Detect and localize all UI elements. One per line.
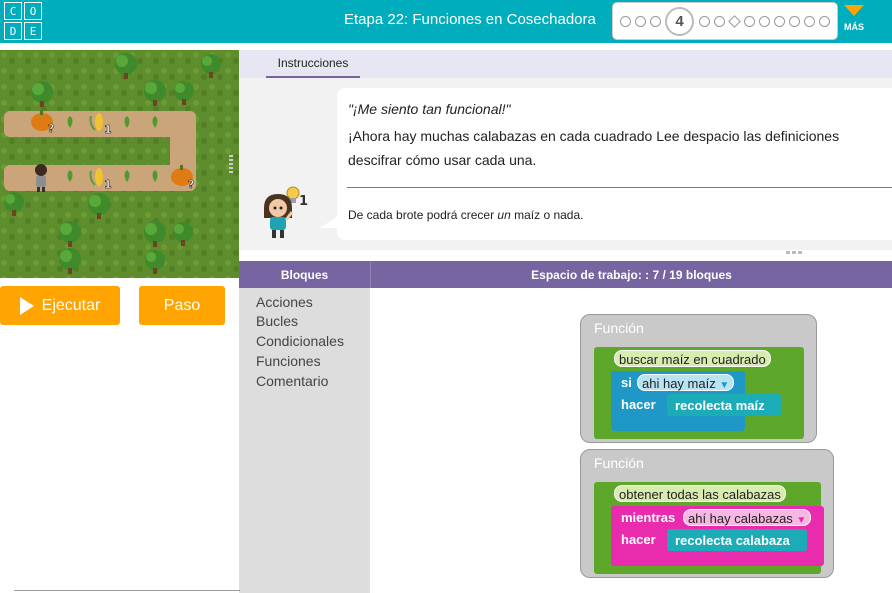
divider — [347, 187, 892, 188]
hint-text-suffix: maíz o nada. — [510, 208, 584, 222]
instructions-body-line2: descifrar cómo usar cada una. — [348, 152, 537, 168]
pumpkin-count-label: ? — [188, 178, 194, 191]
dropdown-arrow-icon: ▼ — [796, 515, 807, 526]
resize-handle-vertical[interactable] — [229, 155, 233, 175]
collect-pumpkin-label: recolecta calabaza — [675, 533, 790, 548]
current-level-indicator[interactable]: 4 — [665, 7, 694, 36]
logo-letter-c: C — [4, 2, 22, 20]
level-dot-10[interactable] — [774, 16, 785, 27]
level-dot-3[interactable] — [650, 16, 661, 27]
function-block-title: Función — [594, 320, 644, 336]
function-block[interactable]: Función obtener todas las calabazas mien… — [580, 449, 834, 578]
condition-label: ahi hay maíz — [642, 376, 716, 391]
category-loops[interactable]: Bucles — [256, 313, 298, 329]
run-button[interactable]: Ejecutar — [0, 286, 120, 325]
workspace-header: Espacio de trabajo: : 7 / 19 bloques — [370, 261, 892, 288]
top-header: C O D E Etapa 22: Funciones en Cosechado… — [0, 0, 892, 43]
logo-letter-e: E — [24, 22, 42, 40]
if-keyword: si — [621, 375, 632, 390]
category-functions[interactable]: Funciones — [256, 353, 321, 369]
level-dot-2[interactable] — [635, 16, 646, 27]
step-button-label: Paso — [163, 296, 201, 314]
while-keyword: mientras — [621, 510, 676, 525]
condition-label: ahí hay calabazas — [688, 511, 793, 526]
level-dot-12[interactable] — [804, 16, 815, 27]
collect-corn-label: recolecta maíz — [675, 398, 765, 413]
condition-dropdown[interactable]: ahi hay maíz ▼ — [637, 374, 735, 391]
tab-instructions[interactable]: Instrucciones — [266, 56, 360, 78]
instructions-quote: "¡Me siento tan funcional!" — [348, 101, 511, 117]
category-actions[interactable]: Acciones — [256, 294, 313, 310]
do-keyword: hacer — [621, 397, 656, 412]
function-block-title: Función — [594, 455, 644, 471]
level-dot-11[interactable] — [789, 16, 800, 27]
function-block[interactable]: Función buscar maíz en cuadrado si ahi h… — [580, 314, 817, 443]
step-button[interactable]: Paso — [139, 286, 225, 325]
hint-text-emphasis: un — [497, 208, 511, 222]
character-avatar[interactable]: 1 — [258, 184, 314, 240]
do-keyword: hacer — [621, 532, 656, 547]
function-name-field[interactable]: obtener todas las calabazas — [614, 485, 786, 502]
avatar-girl-icon — [264, 194, 294, 238]
hint-text-prefix: De cada brote podrá crecer — [348, 208, 498, 222]
level-dot-1[interactable] — [620, 16, 631, 27]
game-canvas: ? 1 1 ? — [0, 50, 239, 278]
category-comment[interactable]: Comentario — [256, 373, 328, 389]
speech-bubble-tail — [320, 216, 338, 228]
dropdown-arrow-icon: ▼ — [719, 380, 730, 391]
play-icon — [19, 296, 34, 315]
toolbox-header: Bloques — [239, 261, 370, 288]
logo-letter-o: O — [24, 2, 42, 20]
resize-handle-horizontal[interactable] — [786, 250, 802, 256]
level-dot-6[interactable] — [714, 16, 725, 27]
run-button-label: Ejecutar — [41, 296, 101, 314]
farm-map: ? 1 1 ? — [0, 50, 239, 278]
stage-title: Etapa 22: Funciones en Cosechadora — [344, 11, 596, 28]
corn-count-label: 1 — [104, 178, 112, 191]
more-button[interactable]: MÁS — [843, 5, 865, 32]
instructions-body-line1: ¡Ahora hay muchas calabazas en cada cuad… — [348, 128, 840, 144]
triangle-down-icon — [844, 5, 864, 16]
logo-letter-d: D — [4, 22, 22, 40]
function-name-field[interactable]: buscar maíz en cuadrado — [614, 350, 771, 367]
corn-count-label: 1 — [104, 123, 112, 136]
level-dot-5[interactable] — [699, 16, 710, 27]
level-dot-9[interactable] — [759, 16, 770, 27]
hint-text: De cada brote podrá crecer un maíz o nad… — [348, 208, 584, 222]
pumpkin-count-label: ? — [48, 122, 54, 135]
condition-dropdown[interactable]: ahí hay calabazas ▼ — [683, 509, 812, 526]
divider — [14, 590, 240, 591]
category-conditionals[interactable]: Condicionales — [256, 333, 344, 349]
more-label: MÁS — [844, 22, 864, 32]
level-dot-7[interactable] — [728, 15, 741, 28]
hint-count-label: 1 — [299, 194, 308, 209]
code-logo[interactable]: C O D E — [4, 2, 42, 40]
game-controls-area — [0, 278, 239, 593]
level-progress: 4 — [612, 2, 838, 40]
instructions-body: ¡Ahora hay muchas calabazas en cada cuad… — [348, 124, 839, 172]
level-dot-13[interactable] — [819, 16, 830, 27]
level-dot-8[interactable] — [744, 16, 755, 27]
